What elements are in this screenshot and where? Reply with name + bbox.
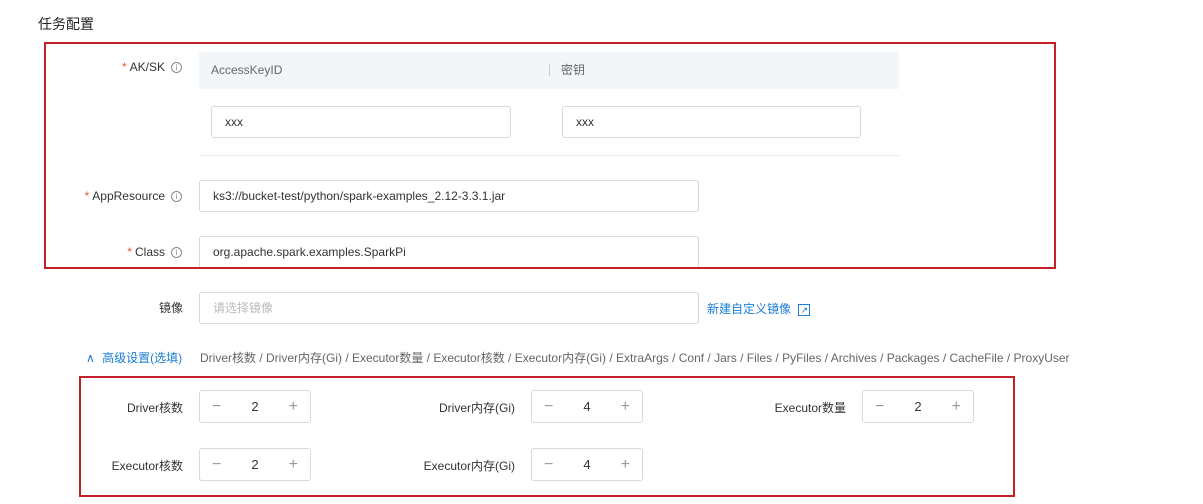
new-image-link[interactable]: 新建自定义镜像 ↗	[707, 300, 811, 317]
plus-button[interactable]: +	[289, 398, 298, 416]
minus-button[interactable]: −	[544, 456, 553, 474]
plus-button[interactable]: +	[621, 398, 630, 416]
stepper-value[interactable]: 4	[583, 399, 590, 414]
stepper-label: Driver内存(Gi)	[439, 401, 515, 415]
info-icon[interactable]: i	[171, 247, 182, 259]
number-stepper[interactable]: − 2 +	[862, 390, 974, 423]
info-icon[interactable]: i	[171, 191, 182, 203]
advanced-toggle[interactable]: ∧ 高级设置(选填)	[86, 349, 182, 366]
plus-button[interactable]: +	[621, 456, 630, 474]
minus-button[interactable]: −	[212, 398, 221, 416]
label-text: AppResource	[92, 189, 165, 203]
stepper-label: Executor数量	[774, 401, 846, 415]
toggle-text: 高级设置(选填)	[102, 351, 183, 365]
class-input[interactable]: org.apache.spark.examples.SparkPi	[199, 236, 699, 267]
required-mark: *	[127, 245, 132, 259]
number-stepper[interactable]: − 2 +	[199, 448, 311, 481]
stepper-label: Executor内存(Gi)	[423, 459, 515, 473]
stepper-value[interactable]: 2	[914, 399, 921, 414]
aksk-label: * AK/SK i	[12, 59, 182, 75]
number-stepper[interactable]: − 2 +	[199, 390, 311, 423]
plus-button[interactable]: +	[952, 398, 961, 416]
advanced-description: Driver核数 / Driver内存(Gi) / Executor数量 / E…	[200, 351, 1070, 365]
required-mark: *	[121, 60, 127, 74]
app-resource-input[interactable]: ks3://bucket-test/python/spark-examples_…	[199, 180, 699, 212]
stepper-label: Driver核数	[127, 401, 183, 415]
label-text: Class	[134, 245, 165, 259]
chevron-up-icon: ∧	[86, 351, 95, 365]
image-select[interactable]: 请选择镜像	[199, 292, 699, 324]
required-mark: *	[84, 189, 90, 203]
minus-button[interactable]: −	[875, 398, 884, 416]
stepper-label: Executor核数	[111, 459, 183, 473]
col-access-key: AccessKeyID	[211, 63, 283, 77]
plus-button[interactable]: +	[289, 456, 298, 474]
divider	[199, 155, 899, 156]
secret-key-input[interactable]: xxx	[562, 106, 861, 138]
stepper-value[interactable]: 2	[251, 457, 258, 472]
stepper-value[interactable]: 4	[583, 457, 590, 472]
class-label: * Class i	[12, 244, 182, 260]
app-resource-label: * AppResource i	[12, 188, 182, 204]
number-stepper[interactable]: − 4 +	[531, 448, 643, 481]
minus-button[interactable]: −	[544, 398, 553, 416]
number-stepper[interactable]: − 4 +	[531, 390, 643, 423]
col-secret: 密钥	[561, 63, 586, 77]
link-text: 新建自定义镜像	[707, 302, 792, 316]
info-icon[interactable]: i	[171, 62, 182, 74]
label-text: AK/SK	[129, 60, 165, 74]
external-link-icon: ↗	[798, 304, 811, 316]
col-divider	[549, 64, 550, 76]
access-key-input[interactable]: xxx	[211, 106, 511, 138]
minus-button[interactable]: −	[212, 456, 221, 474]
section-title: 任务配置	[38, 16, 94, 32]
stepper-value[interactable]: 2	[251, 399, 258, 414]
image-label: 镜像	[158, 301, 183, 315]
aksk-table-header: AccessKeyID 密钥	[199, 52, 899, 89]
